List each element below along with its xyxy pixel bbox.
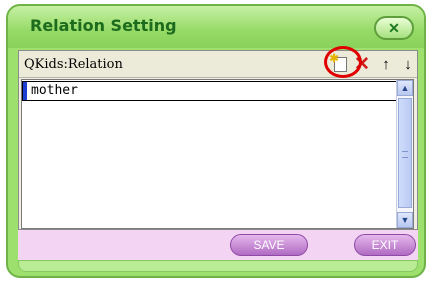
scroll-up-button[interactable]: ▲ — [397, 80, 413, 96]
relation-list[interactable]: mother ▲ ▼ — [21, 79, 414, 229]
arrow-down-icon: ↓ — [404, 55, 412, 73]
new-button-highlight-circle — [324, 46, 362, 78]
move-up-button[interactable]: ↑ — [377, 55, 395, 73]
chevron-up-icon: ▲ — [400, 83, 410, 93]
relation-panel: QKids:Relation ✱ ✕ ↑ ↓ mother ▲ ▼ — [18, 46, 418, 230]
relation-setting-dialog: Relation Setting ✕ QKids:Relation ✱ ✕ ↑ … — [6, 4, 426, 278]
list-item[interactable]: mother — [22, 81, 404, 101]
move-down-button[interactable]: ↓ — [399, 55, 417, 73]
title-bar[interactable]: Relation Setting ✕ — [8, 6, 424, 48]
close-button[interactable]: ✕ — [374, 16, 414, 40]
bottom-strip — [18, 260, 418, 272]
scroll-down-button[interactable]: ▼ — [397, 212, 413, 228]
arrow-up-icon: ↑ — [382, 55, 390, 73]
toolbar-label: QKids:Relation — [24, 57, 123, 72]
close-icon: ✕ — [388, 19, 400, 36]
toolbar: QKids:Relation ✱ ✕ ↑ ↓ — [19, 46, 417, 78]
save-button[interactable]: SAVE — [230, 234, 308, 256]
chevron-down-icon: ▼ — [400, 215, 410, 225]
dialog-title: Relation Setting — [30, 16, 177, 35]
scrollbar-thumb[interactable] — [398, 98, 412, 208]
grip-icon — [402, 151, 408, 158]
list-item-label: mother — [31, 83, 78, 98]
vertical-scrollbar[interactable]: ▲ ▼ — [396, 80, 413, 228]
exit-button[interactable]: EXIT — [354, 234, 416, 256]
footer-bar: SAVE EXIT — [18, 230, 418, 260]
